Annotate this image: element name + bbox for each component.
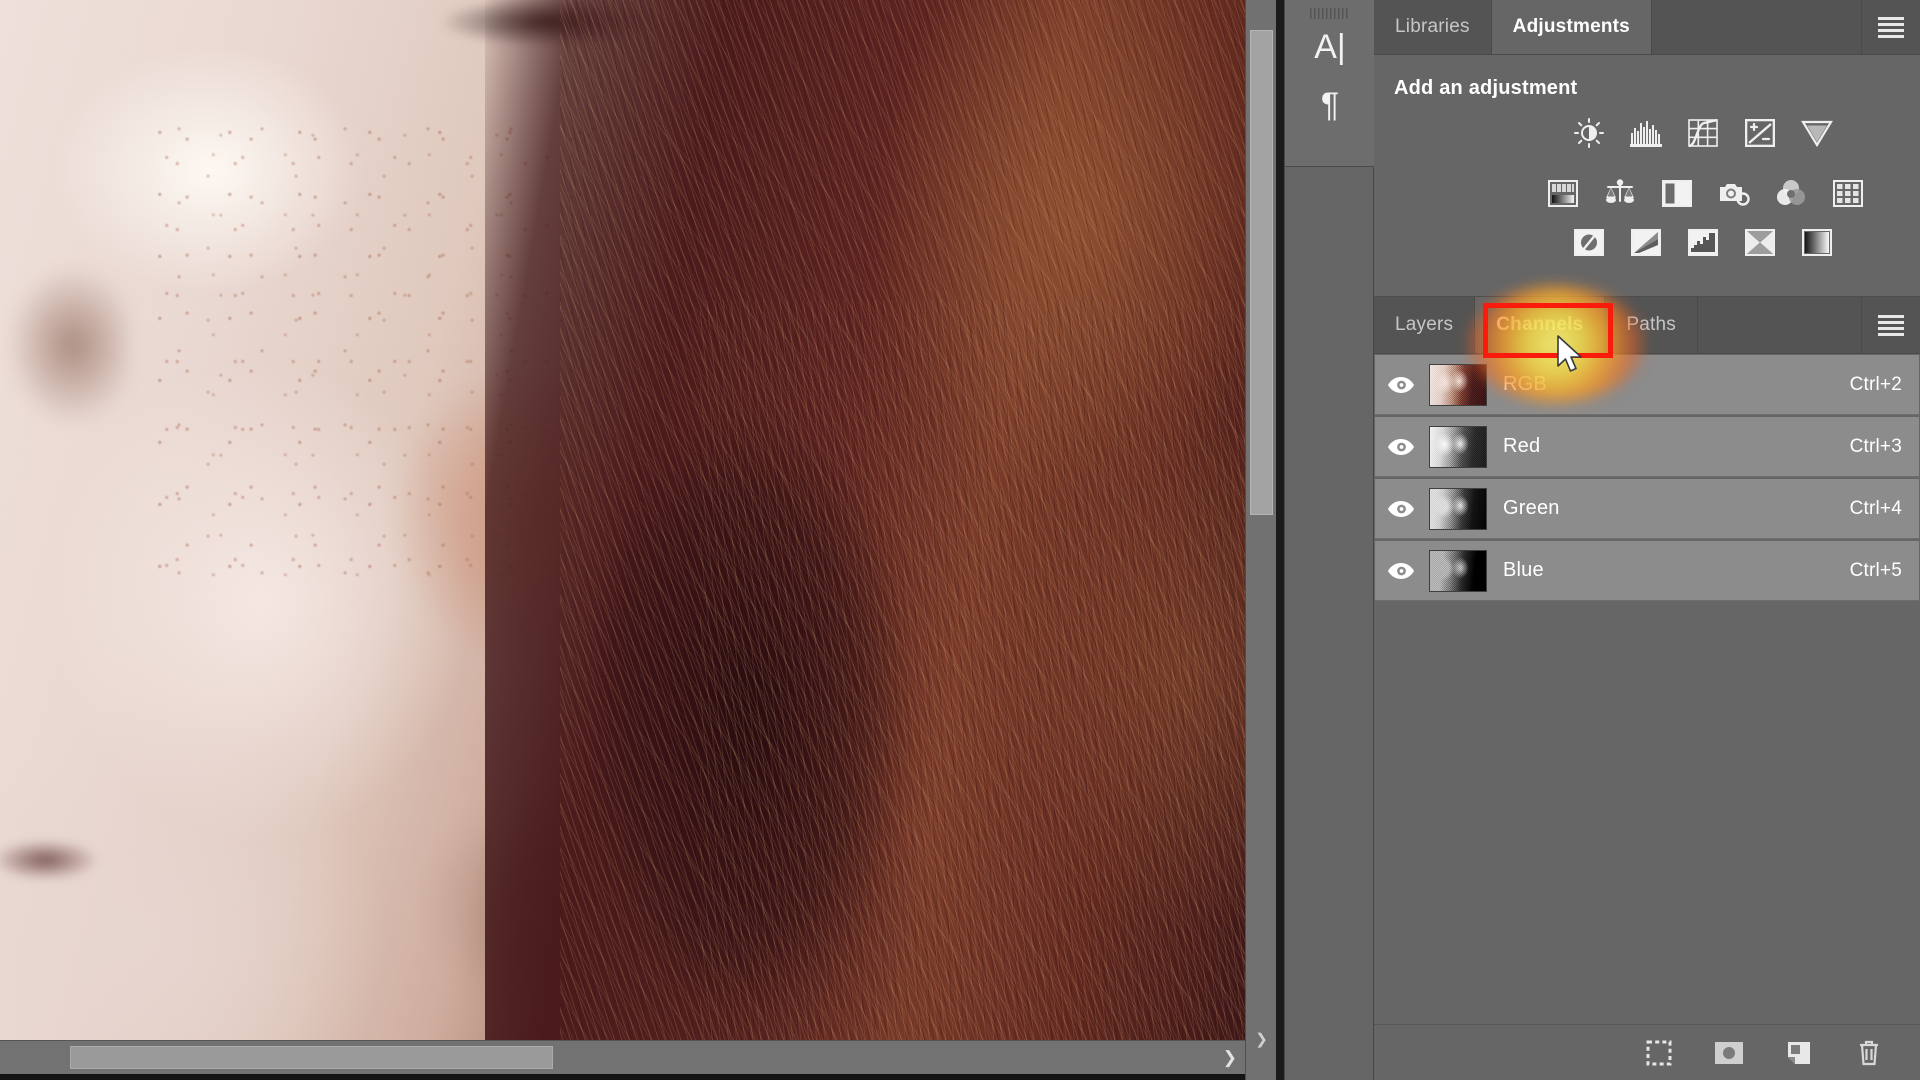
collapsed-dock-group: A| ¶	[1285, 0, 1375, 167]
levels-icon[interactable]	[1617, 110, 1674, 156]
channels-list: RGB Ctrl+2 Red Ctrl+3 Green Ctrl+4 Blue …	[1374, 355, 1920, 1080]
brightness-contrast-icon[interactable]	[1560, 110, 1617, 156]
tab-layers[interactable]: Layers	[1374, 297, 1476, 353]
channel-shortcut: Ctrl+2	[1849, 373, 1902, 395]
vertical-scrollbar[interactable]: ❯	[1245, 0, 1276, 1080]
hamburger-menu-icon	[1878, 16, 1904, 38]
chevron-down-icon[interactable]: ❯	[1246, 1026, 1277, 1052]
channel-name: Green	[1503, 497, 1560, 519]
channel-thumbnail	[1429, 363, 1487, 406]
eye-icon	[1388, 500, 1414, 517]
gradient-map-icon[interactable]	[1788, 219, 1845, 265]
adjustment-row-2	[1534, 170, 1876, 216]
channel-row-green[interactable]: Green Ctrl+4	[1375, 479, 1919, 539]
channel-row-red[interactable]: Red Ctrl+3	[1375, 417, 1919, 477]
channel-visibility-toggle[interactable]	[1375, 562, 1427, 580]
channel-shortcut: Ctrl+5	[1849, 559, 1902, 581]
vibrance-icon[interactable]	[1788, 110, 1845, 156]
channels-panel: Layers Channels Paths RGB Ctrl+2 Red Ctr…	[1374, 296, 1920, 1080]
right-panel-column: Libraries Adjustments Add an adjustment	[1374, 0, 1920, 1080]
channel-shortcut: Ctrl+4	[1849, 497, 1902, 519]
channel-row-rgb[interactable]: RGB Ctrl+2	[1375, 355, 1919, 415]
new-page-icon	[1788, 1041, 1810, 1064]
color-lookup-icon[interactable]	[1819, 170, 1876, 216]
tab-bar-spacer	[1697, 297, 1862, 353]
tab-bar-spacer	[1651, 0, 1862, 54]
channel-name: RGB	[1503, 373, 1547, 395]
marquee-selection-icon	[1646, 1040, 1672, 1065]
channel-thumbnail	[1429, 425, 1487, 468]
chevron-right-icon[interactable]: ❯	[1223, 1041, 1237, 1075]
invert-icon[interactable]	[1560, 219, 1617, 265]
adjustments-panel: Libraries Adjustments Add an adjustment	[1374, 0, 1920, 295]
adjustments-title: Add an adjustment	[1394, 77, 1578, 99]
channel-thumbnail	[1429, 549, 1487, 592]
trash-icon	[1860, 1040, 1878, 1065]
create-new-channel-button[interactable]	[1782, 1036, 1816, 1070]
horizontal-scrollbar[interactable]: ❯	[0, 1040, 1245, 1074]
channels-panel-menu-button[interactable]	[1862, 297, 1920, 353]
channel-name: Blue	[1503, 559, 1544, 581]
horizontal-scrollbar-thumb[interactable]	[70, 1046, 553, 1069]
eye-icon	[1388, 438, 1414, 455]
selective-color-icon[interactable]	[1731, 219, 1788, 265]
mask-channel-icon	[1715, 1041, 1743, 1064]
channel-visibility-toggle[interactable]	[1375, 438, 1427, 456]
save-selection-as-channel-button[interactable]	[1712, 1036, 1746, 1070]
tab-paths[interactable]: Paths	[1605, 297, 1698, 353]
channel-visibility-toggle[interactable]	[1375, 500, 1427, 518]
channel-name: Red	[1503, 435, 1541, 457]
adjustment-row-1	[1560, 110, 1845, 156]
photo-grain	[0, 0, 1245, 1040]
channels-tab-bar: Layers Channels Paths	[1374, 297, 1920, 354]
photo-filter-icon[interactable]	[1705, 170, 1762, 216]
tab-channels[interactable]: Channels	[1475, 297, 1606, 353]
color-balance-icon[interactable]	[1591, 170, 1648, 216]
hamburger-menu-icon	[1878, 314, 1904, 336]
exposure-icon[interactable]	[1731, 110, 1788, 156]
adjustments-tab-bar: Libraries Adjustments	[1374, 0, 1920, 55]
channels-footer-toolbar	[1374, 1024, 1920, 1080]
channel-row-blue[interactable]: Blue Ctrl+5	[1375, 541, 1919, 601]
canvas-photo	[0, 0, 1245, 1040]
black-white-icon[interactable]	[1648, 170, 1705, 216]
channel-mixer-icon[interactable]	[1762, 170, 1819, 216]
window-bottom-edge	[0, 1074, 1245, 1080]
character-panel-icon[interactable]: A|	[1285, 18, 1375, 76]
adjustments-panel-menu-button[interactable]	[1862, 0, 1920, 54]
adjustment-row-3	[1560, 219, 1845, 265]
paragraph-panel-icon[interactable]: ¶	[1285, 76, 1375, 134]
vertical-scrollbar-thumb[interactable]	[1250, 30, 1273, 515]
channel-visibility-toggle[interactable]	[1375, 376, 1427, 394]
eye-icon	[1388, 562, 1414, 579]
channel-thumbnail	[1429, 487, 1487, 530]
collapsed-panel-dock: A| ¶	[1284, 0, 1375, 1080]
posterize-icon[interactable]	[1617, 219, 1674, 265]
tab-libraries[interactable]: Libraries	[1374, 0, 1492, 54]
channel-shortcut: Ctrl+3	[1849, 435, 1902, 457]
eye-icon	[1388, 376, 1414, 393]
document-canvas[interactable]: ❯	[0, 0, 1245, 1080]
tab-adjustments[interactable]: Adjustments	[1491, 0, 1652, 54]
threshold-icon[interactable]	[1674, 219, 1731, 265]
curves-icon[interactable]	[1674, 110, 1731, 156]
hue-saturation-icon[interactable]	[1534, 170, 1591, 216]
photoshop-window: ❯ ❯ A| ¶ Libraries Adjustments Add an ad…	[0, 0, 1920, 1080]
load-channel-as-selection-button[interactable]	[1642, 1036, 1676, 1070]
delete-channel-button[interactable]	[1852, 1036, 1886, 1070]
